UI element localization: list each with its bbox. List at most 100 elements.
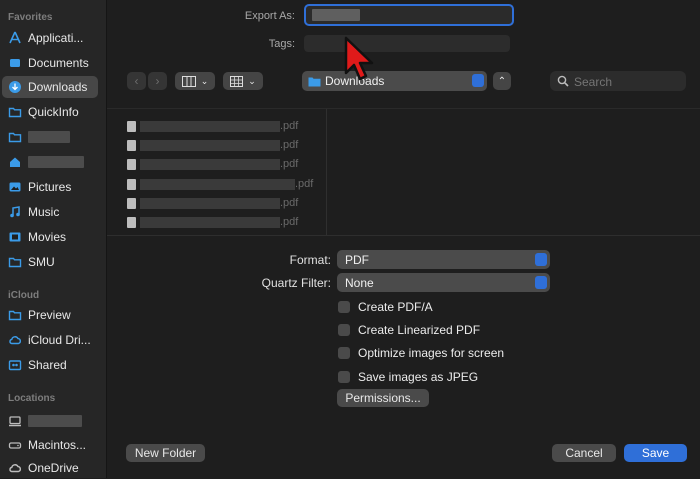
sidebar-item-documents[interactable]: Documents: [2, 52, 98, 74]
cancel-button[interactable]: Cancel: [552, 444, 616, 462]
sidebar-item-downloads[interactable]: Downloads: [2, 76, 98, 98]
checkbox-box: [338, 371, 350, 383]
tags-label: Tags:: [268, 38, 295, 50]
grid-icon: [230, 75, 244, 87]
sidebar-item-pictures[interactable]: Pictures: [2, 176, 98, 198]
column-divider: [326, 109, 327, 235]
apps-icon: [8, 31, 22, 45]
sidebar-item-onedrive[interactable]: OneDrive: [2, 457, 98, 479]
file-item[interactable]: .pdf: [127, 136, 298, 154]
checkbox-label: Create PDF/A: [358, 300, 433, 314]
shared-icon: [8, 358, 22, 372]
redacted-filename: [140, 120, 280, 132]
pdf-file-icon: [127, 120, 136, 132]
music-icon: [8, 205, 22, 219]
sidebar-item-preview[interactable]: Preview: [2, 304, 98, 326]
sidebar-item-label: SMU: [28, 255, 55, 269]
permissions-button[interactable]: Permissions...: [337, 389, 429, 407]
cloud-icon: [8, 461, 22, 475]
favorites-header: Favorites: [8, 12, 53, 23]
file-extension: .pdf: [280, 197, 299, 209]
sidebar-item-music[interactable]: Music: [2, 201, 98, 223]
checkbox-box: [338, 324, 350, 336]
pdf-file-icon: [127, 158, 136, 170]
save-dialog-main: Export As: Tags: ‹ › ⌄ ⌄ Downloads ⌃ Sea…: [107, 0, 700, 478]
view-grid-button[interactable]: ⌄: [223, 72, 263, 90]
save-button[interactable]: Save: [624, 444, 687, 462]
file-extension: .pdf: [280, 158, 299, 170]
create-pdfa-checkbox[interactable]: Create PDF/A: [338, 300, 433, 314]
checkbox-label: Create Linearized PDF: [358, 323, 481, 337]
sidebar-item-macintosh-hd[interactable]: Macintos...: [2, 434, 98, 456]
file-browser: .pdf .pdf .pdf .pdf .pdf .pdf: [107, 108, 700, 236]
file-extension: .pdf: [280, 139, 299, 151]
home-icon: [8, 155, 22, 169]
save-images-jpeg-checkbox[interactable]: Save images as JPEG: [338, 370, 478, 384]
format-popup[interactable]: PDF: [337, 250, 550, 269]
sidebar-item-redacted-folder[interactable]: [2, 126, 98, 148]
icloud-header: iCloud: [8, 290, 40, 301]
sidebar-item-applications[interactable]: Applicati...: [2, 27, 98, 49]
pictures-icon: [8, 180, 22, 194]
computer-icon: [8, 414, 22, 428]
sidebar-item-computer[interactable]: [2, 410, 98, 432]
folder-icon: [8, 255, 22, 269]
collapse-button[interactable]: ⌃: [493, 72, 511, 90]
file-extension: .pdf: [280, 120, 299, 132]
sidebar-item-shared[interactable]: Shared: [2, 354, 98, 376]
tags-field[interactable]: [304, 35, 510, 52]
sidebar-item-movies[interactable]: Movies: [2, 226, 98, 248]
mouse-cursor: [344, 36, 374, 81]
chevron-down-icon: ⌄: [200, 75, 209, 86]
pdf-file-icon: [127, 139, 136, 151]
sidebar-item-label: Movies: [28, 230, 67, 244]
quartz-filter-popup[interactable]: None: [337, 273, 550, 292]
sidebar-item-label: Music: [28, 205, 60, 219]
redacted-filename: [140, 178, 295, 190]
file-item[interactable]: .pdf: [127, 117, 298, 135]
pdf-file-icon: [127, 216, 136, 228]
create-linearized-pdf-checkbox[interactable]: Create Linearized PDF: [338, 323, 480, 337]
redacted-label: [28, 156, 84, 168]
redacted-filename: [140, 139, 280, 151]
back-button[interactable]: ‹: [127, 72, 146, 90]
optimize-images-checkbox[interactable]: Optimize images for screen: [338, 346, 504, 360]
sidebar-item-home[interactable]: [2, 151, 98, 173]
pdf-file-icon: [127, 178, 136, 190]
file-item[interactable]: .pdf: [127, 175, 313, 193]
folder-icon: [8, 308, 22, 322]
redacted-label: [28, 131, 70, 143]
sidebar-item-label: QuickInfo: [28, 105, 79, 119]
file-item[interactable]: .pdf: [127, 194, 298, 212]
file-item[interactable]: .pdf: [127, 213, 298, 231]
up-down-icon: [535, 276, 547, 289]
sidebar-item-label: Macintos...: [28, 438, 87, 452]
file-item[interactable]: .pdf: [127, 155, 298, 173]
disk-icon: [8, 438, 22, 452]
document-icon: [8, 56, 22, 70]
search-field[interactable]: Search: [550, 71, 686, 91]
location-popup[interactable]: Downloads: [302, 71, 487, 91]
view-columns-button[interactable]: ⌄: [175, 72, 215, 90]
checkbox-box: [338, 301, 350, 313]
sidebar-item-smu[interactable]: SMU: [2, 251, 98, 273]
up-down-icon: [535, 253, 547, 266]
pdf-file-icon: [127, 197, 136, 209]
export-as-field[interactable]: [304, 4, 514, 26]
file-extension: .pdf: [295, 178, 314, 190]
sidebar-item-label: Pictures: [28, 180, 72, 194]
sidebar-item-icloud-drive[interactable]: iCloud Dri...: [2, 329, 98, 351]
sidebar-item-label: Preview: [28, 308, 71, 322]
export-as-label: Export As:: [244, 10, 295, 22]
sidebar-item-label: Documents: [28, 56, 89, 70]
redacted-filename: [140, 158, 280, 170]
folder-icon: [8, 130, 22, 144]
new-folder-button[interactable]: New Folder: [126, 444, 205, 462]
forward-button[interactable]: ›: [148, 72, 167, 90]
redacted-filename: [140, 216, 280, 228]
sidebar: Favorites Applicati... Documents Downloa…: [0, 0, 107, 478]
quartz-filter-value: None: [345, 275, 374, 290]
sidebar-item-quickinfo[interactable]: QuickInfo: [2, 101, 98, 123]
chevron-up-icon: ⌃: [497, 75, 507, 87]
up-down-icon: [472, 74, 484, 87]
